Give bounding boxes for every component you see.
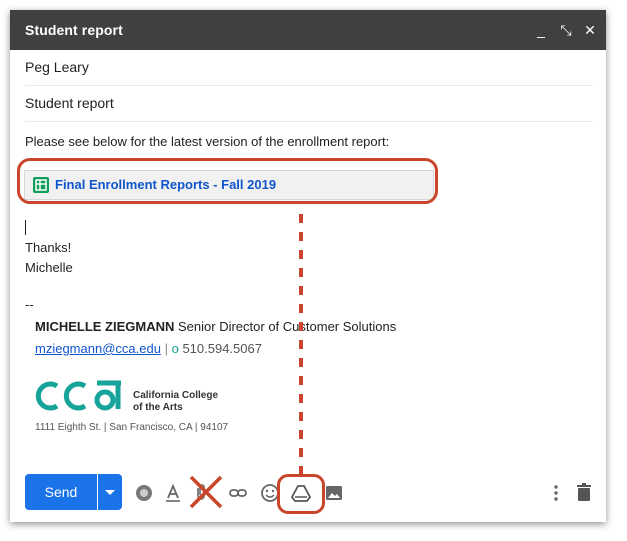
signature-contact-line: mziegmann@cca.edu | o 510.594.5067 <box>35 341 262 356</box>
expand-button[interactable]: ⤡ <box>555 18 577 42</box>
minimize-button[interactable]: _ <box>530 18 552 42</box>
close-button[interactable]: ✕ <box>579 18 601 42</box>
crossed-out-mark-icon <box>188 474 224 510</box>
photo-icon[interactable] <box>323 482 345 504</box>
closing-text: Thanks! <box>25 240 72 255</box>
compose-titlebar[interactable]: Student report _ ⤡ ✕ <box>10 10 606 50</box>
window-title: Student report <box>25 22 123 38</box>
logo-text: California College of the Arts <box>133 390 218 414</box>
to-field[interactable]: Peg Leary <box>25 50 593 86</box>
signature-phone: 510.594.5067 <box>182 341 262 356</box>
signature-divider: | <box>164 341 168 356</box>
attachment-highlight <box>17 158 438 204</box>
format-text-icon[interactable] <box>162 482 184 504</box>
sender-name: Michelle <box>25 260 73 275</box>
connector-dashed-line <box>299 214 303 477</box>
signature-address: 1111 Eighth St. | San Francisco, CA | 94… <box>35 422 229 433</box>
text-cursor <box>25 220 26 235</box>
subject-field[interactable]: Student report <box>25 86 593 122</box>
signature-email-link[interactable]: mziegmann@cca.edu <box>35 341 161 356</box>
compose-window: Student report _ ⤡ ✕ Peg Leary Student r… <box>10 10 606 522</box>
cca-logo <box>35 380 125 417</box>
signature-role: Senior Director of Customer Solutions <box>178 319 397 334</box>
trash-icon[interactable] <box>573 482 595 504</box>
send-options-dropdown[interactable] <box>98 474 122 510</box>
signature-name-line: MICHELLE ZIEGMANN Senior Director of Cus… <box>35 319 396 334</box>
more-options-icon[interactable] <box>545 482 567 504</box>
drive-button-highlight <box>277 474 325 514</box>
logo-text-line1: California College <box>133 390 219 401</box>
logo-text-line2: of the Arts <box>133 402 183 413</box>
send-button[interactable]: Send <box>25 474 97 510</box>
signature-separator: -- <box>25 297 34 312</box>
insert-link-icon[interactable] <box>227 482 249 504</box>
phone-prefix: o <box>171 341 179 356</box>
signature-name: MICHELLE ZIEGMANN <box>35 319 175 334</box>
color-palette-icon[interactable] <box>133 482 155 504</box>
intro-text: Please see below for the latest version … <box>25 134 390 149</box>
